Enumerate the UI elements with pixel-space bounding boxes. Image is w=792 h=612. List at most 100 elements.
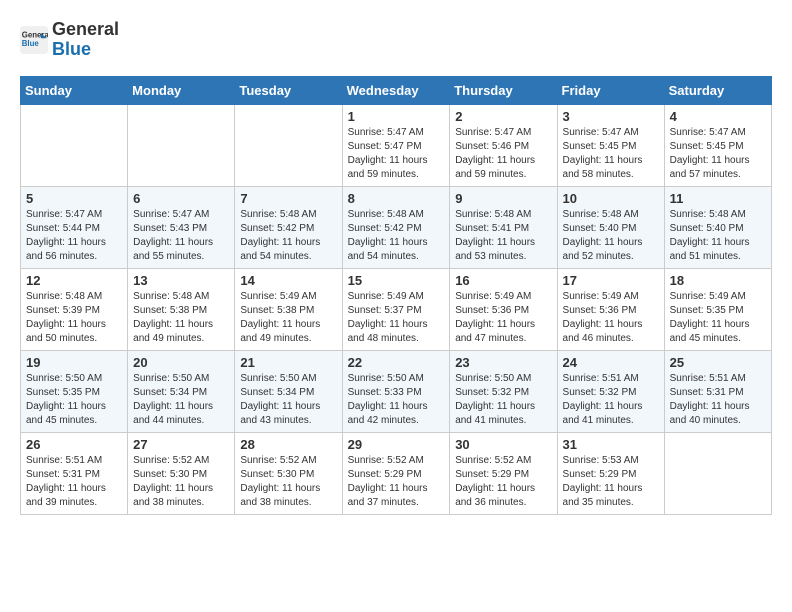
weekday-header-friday: Friday: [557, 76, 664, 104]
day-number: 22: [348, 355, 445, 370]
day-info: Sunrise: 5:48 AM Sunset: 5:40 PM Dayligh…: [563, 208, 659, 264]
calendar-cell: 2 Sunrise: 5:47 AM Sunset: 5:46 PM Daylig…: [450, 104, 557, 186]
day-info: Sunrise: 5:52 AM Sunset: 5:30 PM Dayligh…: [133, 454, 229, 510]
calendar-cell: 12Sunrise: 5:48 AM Sunset: 5:39 PM Dayli…: [21, 268, 128, 350]
day-info: Sunrise: 5:48 AM Sunset: 5:40 PM Dayligh…: [670, 208, 766, 264]
day-info: Sunrise: 5:49 AM Sunset: 5:37 PM Dayligh…: [348, 290, 445, 346]
calendar-cell: 27 Sunrise: 5:52 AM Sunset: 5:30 PM Dayli…: [128, 432, 235, 514]
day-info: Sunrise: 5:51 AM Sunset: 5:31 PM Dayligh…: [26, 454, 122, 510]
calendar-cell: 19Sunrise: 5:50 AM Sunset: 5:35 PM Dayli…: [21, 350, 128, 432]
day-number: 6: [133, 191, 229, 206]
calendar-cell: 18 Sunrise: 5:49 AM Sunset: 5:35 PM Dayli…: [664, 268, 771, 350]
calendar-cell: [21, 104, 128, 186]
day-info: Sunrise: 5:48 AM Sunset: 5:41 PM Dayligh…: [455, 208, 551, 264]
day-info: Sunrise: 5:49 AM Sunset: 5:36 PM Dayligh…: [455, 290, 551, 346]
day-info: Sunrise: 5:48 AM Sunset: 5:42 PM Dayligh…: [240, 208, 336, 264]
day-info: Sunrise: 5:50 AM Sunset: 5:32 PM Dayligh…: [455, 372, 551, 428]
day-info: Sunrise: 5:50 AM Sunset: 5:33 PM Dayligh…: [348, 372, 445, 428]
calendar-cell: 1Sunrise: 5:47 AM Sunset: 5:47 PM Daylig…: [342, 104, 450, 186]
calendar-cell: 3 Sunrise: 5:47 AM Sunset: 5:45 PM Daylig…: [557, 104, 664, 186]
day-number: 13: [133, 273, 229, 288]
calendar-cell: 26 Sunrise: 5:51 AM Sunset: 5:31 PM Dayli…: [21, 432, 128, 514]
weekday-header-monday: Monday: [128, 76, 235, 104]
calendar-table: SundayMondayTuesdayWednesdayThursdayFrid…: [20, 76, 772, 515]
day-number: 23: [455, 355, 551, 370]
weekday-header-tuesday: Tuesday: [235, 76, 342, 104]
calendar-cell: 28 Sunrise: 5:52 AM Sunset: 5:30 PM Dayli…: [235, 432, 342, 514]
calendar-cell: 4 Sunrise: 5:47 AM Sunset: 5:45 PM Daylig…: [664, 104, 771, 186]
day-number: 28: [240, 437, 336, 452]
svg-text:Blue: Blue: [22, 39, 40, 48]
calendar-cell: 21 Sunrise: 5:50 AM Sunset: 5:34 PM Dayli…: [235, 350, 342, 432]
day-info: Sunrise: 5:47 AM Sunset: 5:46 PM Dayligh…: [455, 126, 551, 182]
day-number: 29: [348, 437, 445, 452]
calendar-cell: 29 Sunrise: 5:52 AM Sunset: 5:29 PM Dayli…: [342, 432, 450, 514]
day-number: 21: [240, 355, 336, 370]
logo-icon: General Blue: [20, 26, 48, 54]
day-number: 27: [133, 437, 229, 452]
calendar-week-2: 5Sunrise: 5:47 AM Sunset: 5:44 PM Daylig…: [21, 186, 772, 268]
day-number: 20: [133, 355, 229, 370]
calendar-cell: 22 Sunrise: 5:50 AM Sunset: 5:33 PM Dayli…: [342, 350, 450, 432]
day-number: 24: [563, 355, 659, 370]
logo: General Blue General Blue: [20, 20, 119, 60]
calendar-cell: 13 Sunrise: 5:48 AM Sunset: 5:38 PM Dayli…: [128, 268, 235, 350]
day-info: Sunrise: 5:47 AM Sunset: 5:45 PM Dayligh…: [670, 126, 766, 182]
weekday-header-saturday: Saturday: [664, 76, 771, 104]
day-info: Sunrise: 5:47 AM Sunset: 5:44 PM Dayligh…: [26, 208, 122, 264]
calendar-cell: [235, 104, 342, 186]
day-number: 15: [348, 273, 445, 288]
day-info: Sunrise: 5:48 AM Sunset: 5:38 PM Dayligh…: [133, 290, 229, 346]
calendar-week-4: 19Sunrise: 5:50 AM Sunset: 5:35 PM Dayli…: [21, 350, 772, 432]
calendar-cell: 24 Sunrise: 5:51 AM Sunset: 5:32 PM Dayli…: [557, 350, 664, 432]
calendar-cell: 10Sunrise: 5:48 AM Sunset: 5:40 PM Dayli…: [557, 186, 664, 268]
day-info: Sunrise: 5:50 AM Sunset: 5:34 PM Dayligh…: [240, 372, 336, 428]
calendar-header-row: SundayMondayTuesdayWednesdayThursdayFrid…: [21, 76, 772, 104]
day-number: 19: [26, 355, 122, 370]
day-number: 3: [563, 109, 659, 124]
calendar-cell: [664, 432, 771, 514]
day-number: 7: [240, 191, 336, 206]
calendar-week-5: 26 Sunrise: 5:51 AM Sunset: 5:31 PM Dayli…: [21, 432, 772, 514]
logo-text-blue: Blue: [52, 40, 119, 60]
day-number: 31: [563, 437, 659, 452]
day-info: Sunrise: 5:49 AM Sunset: 5:36 PM Dayligh…: [563, 290, 659, 346]
day-number: 14: [240, 273, 336, 288]
calendar-cell: 8 Sunrise: 5:48 AM Sunset: 5:42 PM Daylig…: [342, 186, 450, 268]
day-info: Sunrise: 5:47 AM Sunset: 5:43 PM Dayligh…: [133, 208, 229, 264]
day-info: Sunrise: 5:51 AM Sunset: 5:32 PM Dayligh…: [563, 372, 659, 428]
day-number: 16: [455, 273, 551, 288]
day-info: Sunrise: 5:52 AM Sunset: 5:29 PM Dayligh…: [455, 454, 551, 510]
calendar-cell: 11 Sunrise: 5:48 AM Sunset: 5:40 PM Dayli…: [664, 186, 771, 268]
day-info: Sunrise: 5:49 AM Sunset: 5:38 PM Dayligh…: [240, 290, 336, 346]
calendar-cell: 14 Sunrise: 5:49 AM Sunset: 5:38 PM Dayli…: [235, 268, 342, 350]
day-number: 8: [348, 191, 445, 206]
day-info: Sunrise: 5:47 AM Sunset: 5:45 PM Dayligh…: [563, 126, 659, 182]
calendar-cell: 20Sunrise: 5:50 AM Sunset: 5:34 PM Dayli…: [128, 350, 235, 432]
day-number: 17: [563, 273, 659, 288]
day-info: Sunrise: 5:51 AM Sunset: 5:31 PM Dayligh…: [670, 372, 766, 428]
calendar-cell: 15 Sunrise: 5:49 AM Sunset: 5:37 PM Dayli…: [342, 268, 450, 350]
day-number: 26: [26, 437, 122, 452]
day-number: 30: [455, 437, 551, 452]
calendar-cell: 23 Sunrise: 5:50 AM Sunset: 5:32 PM Dayli…: [450, 350, 557, 432]
calendar-week-1: 1Sunrise: 5:47 AM Sunset: 5:47 PM Daylig…: [21, 104, 772, 186]
weekday-header-sunday: Sunday: [21, 76, 128, 104]
calendar-cell: [128, 104, 235, 186]
day-info: Sunrise: 5:49 AM Sunset: 5:35 PM Dayligh…: [670, 290, 766, 346]
day-info: Sunrise: 5:52 AM Sunset: 5:30 PM Dayligh…: [240, 454, 336, 510]
calendar-cell: 25 Sunrise: 5:51 AM Sunset: 5:31 PM Dayli…: [664, 350, 771, 432]
calendar-cell: 17 Sunrise: 5:49 AM Sunset: 5:36 PM Dayli…: [557, 268, 664, 350]
day-number: 25: [670, 355, 766, 370]
day-number: 9: [455, 191, 551, 206]
day-number: 4: [670, 109, 766, 124]
day-info: Sunrise: 5:52 AM Sunset: 5:29 PM Dayligh…: [348, 454, 445, 510]
day-number: 2: [455, 109, 551, 124]
page-header: General Blue General Blue: [20, 20, 772, 60]
calendar-cell: 9 Sunrise: 5:48 AM Sunset: 5:41 PM Daylig…: [450, 186, 557, 268]
day-info: Sunrise: 5:48 AM Sunset: 5:42 PM Dayligh…: [348, 208, 445, 264]
calendar-cell: 7 Sunrise: 5:48 AM Sunset: 5:42 PM Daylig…: [235, 186, 342, 268]
day-info: Sunrise: 5:53 AM Sunset: 5:29 PM Dayligh…: [563, 454, 659, 510]
day-number: 11: [670, 191, 766, 206]
day-number: 18: [670, 273, 766, 288]
